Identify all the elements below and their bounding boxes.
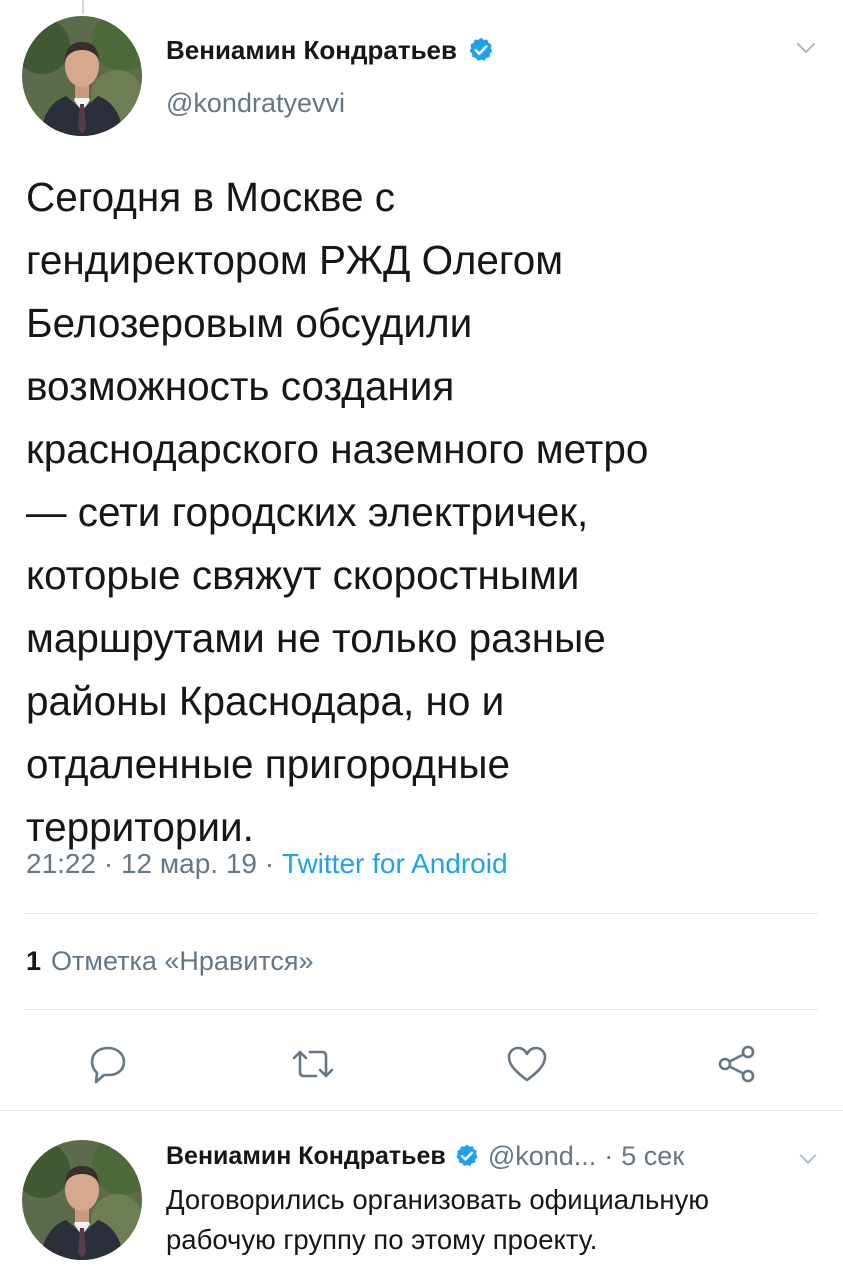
meta-separator: · (604, 1140, 614, 1171)
reply-timestamp: 5 сек (621, 1140, 685, 1171)
reply-header: Вениамин Кондратьев @kond... · 5 сек (166, 1138, 684, 1174)
share-icon[interactable] (714, 1044, 760, 1084)
reply-author-handle[interactable]: @kond... (488, 1141, 596, 1172)
section-divider (0, 1110, 843, 1111)
author-name[interactable]: Вениамин Кондратьев (166, 35, 457, 66)
tweet-source-link[interactable]: Twitter for Android (282, 848, 508, 880)
avatar-photo (22, 1140, 142, 1260)
verified-badge-icon (467, 36, 495, 64)
tweet-date: 12 мар. 19 (120, 848, 257, 879)
likes-count: 1 (26, 946, 42, 976)
tweet-text: Сегодня в Москве с гендиректором РЖД Оле… (26, 174, 649, 850)
likes-summary[interactable]: 1 Отметка «Нравится» (26, 946, 314, 977)
verified-badge-icon (454, 1143, 480, 1169)
reply-author-name[interactable]: Вениамин Кондратьев (166, 1142, 446, 1171)
meta-separator: · (96, 848, 121, 879)
tweet-time: 21:22 (26, 848, 97, 879)
avatar-photo (22, 16, 142, 136)
author-avatar[interactable] (22, 16, 142, 136)
meta-separator: · (257, 848, 282, 879)
thread-connector-line (82, 0, 84, 14)
reply-text: Договорились организовать официальную ра… (166, 1184, 709, 1255)
author-name-row: Вениамин Кондратьев (166, 32, 495, 68)
retweet-icon[interactable] (290, 1044, 336, 1084)
reply-icon[interactable] (84, 1044, 130, 1084)
like-icon[interactable] (504, 1044, 550, 1084)
likes-label: Отметка «Нравится» (51, 946, 314, 976)
divider (24, 1009, 818, 1010)
tweet-meta: 21:22 · 12 мар. 19 · Twitter for Android (26, 848, 508, 880)
author-handle[interactable]: @kondratyevvi (166, 88, 345, 119)
divider (24, 913, 818, 914)
reply-author-avatar[interactable] (22, 1140, 142, 1260)
chevron-down-icon[interactable] (794, 36, 818, 60)
chevron-down-icon[interactable] (797, 1148, 819, 1170)
